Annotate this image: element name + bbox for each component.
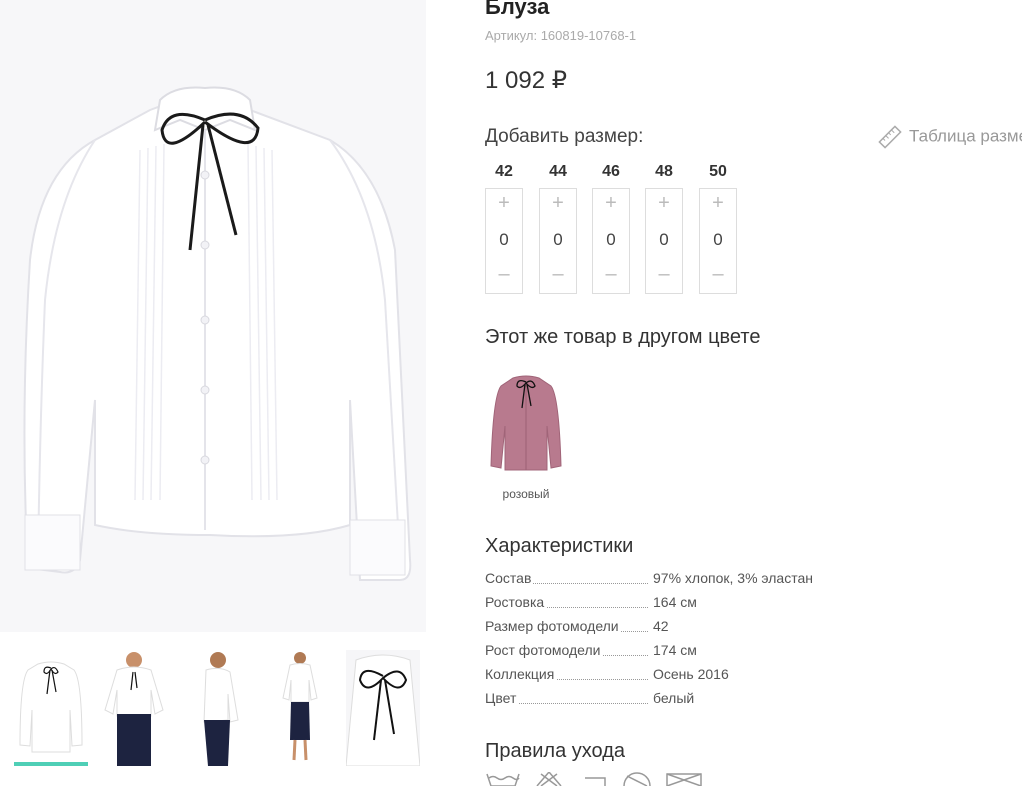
thumbnail-model-full[interactable] [263, 650, 337, 766]
plus-button[interactable]: + [593, 192, 629, 215]
thumbnail-model-side[interactable] [180, 650, 254, 766]
other-colors-title: Этот же товар в другом цвете [485, 326, 761, 348]
spec-value: 42 [653, 618, 669, 634]
quantity-stepper: + 0 – [539, 188, 577, 294]
spec-label: Состав [485, 570, 534, 586]
plus-button[interactable]: + [486, 192, 522, 215]
spec-row-model-size: Размер фотомодели 42 [485, 616, 905, 640]
thumbnail-blouse-collar[interactable] [346, 650, 420, 766]
pink-blouse-icon [490, 375, 562, 471]
size-label: 50 [709, 163, 727, 180]
sku-label: Артикул: [485, 28, 538, 43]
color-label: розовый [502, 487, 550, 501]
thumbnail-blouse-front[interactable] [14, 650, 88, 766]
quantity-stepper: + 0 – [592, 188, 630, 294]
spec-row-color: Цвет белый [485, 688, 905, 712]
spec-value: 164 см [653, 594, 697, 610]
size-table-label: Таблица разме [909, 126, 1022, 146]
blouse-collar-icon [346, 650, 420, 766]
iron-icon [585, 777, 606, 786]
minus-button[interactable]: – [540, 263, 576, 286]
quantity-stepper: + 0 – [699, 188, 737, 294]
quantity-stepper: + 0 – [485, 188, 523, 294]
size-label: 44 [549, 163, 567, 180]
spec-label: Размер фотомодели [485, 618, 621, 634]
minus-button[interactable]: – [700, 263, 736, 286]
thumbnail-strip [14, 650, 424, 770]
product-price: 1 092 ₽ [485, 67, 567, 94]
color-option-pink[interactable]: розовый [485, 370, 567, 505]
model-front-icon [104, 652, 164, 766]
quantity-value[interactable]: 0 [540, 230, 576, 250]
thumbnail-model-front[interactable] [97, 650, 171, 766]
size-label: 46 [602, 163, 620, 180]
spec-label: Коллекция [485, 666, 557, 682]
main-product-image[interactable] [0, 0, 426, 632]
product-title: Блуза [485, 0, 550, 19]
spec-value: Осень 2016 [653, 666, 729, 682]
spec-row-collection: Коллекция Осень 2016 [485, 664, 905, 688]
spec-row-composition: Состав 97% хлопок, 3% эластан [485, 568, 905, 592]
minus-button[interactable]: – [593, 263, 629, 286]
wash-icon [486, 773, 520, 786]
spec-value: 97% хлопок, 3% эластан [653, 570, 813, 586]
plus-button[interactable]: + [540, 192, 576, 215]
care-icons [485, 770, 715, 786]
minus-button[interactable]: – [646, 263, 682, 286]
product-gallery [0, 0, 440, 786]
no-bleach-icon [536, 770, 562, 786]
model-side-icon [203, 652, 239, 766]
blouse-image [23, 86, 412, 581]
no-tumble-dry-icon [666, 773, 702, 786]
quantity-stepper: + 0 – [645, 188, 683, 294]
specs-title: Характеристики [485, 535, 634, 557]
size-table-link[interactable]: Таблица разме [877, 124, 1022, 150]
spec-label: Рост фотомодели [485, 642, 603, 658]
spec-label: Ростовка [485, 594, 547, 610]
quantity-value[interactable]: 0 [700, 230, 736, 250]
add-size-title: Добавить размер: [485, 126, 644, 147]
quantity-value[interactable]: 0 [646, 230, 682, 250]
quantity-value[interactable]: 0 [593, 230, 629, 250]
product-info: Блуза Артикул: 160819-10768-1 1 092 ₽ До… [485, 0, 1022, 786]
blouse-front-icon [19, 661, 83, 753]
care-title: Правила ухода [485, 740, 626, 762]
model-full-icon [282, 652, 318, 761]
spec-row-model-height: Рост фотомодели 174 см [485, 640, 905, 664]
care-symbols [486, 770, 702, 786]
plus-button[interactable]: + [700, 192, 736, 215]
spec-label: Цвет [485, 690, 519, 706]
dry-clean-icon [623, 772, 651, 786]
sku-value: 160819-10768-1 [540, 28, 637, 43]
size-label: 42 [495, 163, 513, 180]
plus-button[interactable]: + [646, 192, 682, 215]
size-label: 48 [655, 163, 673, 180]
ruler-icon [878, 125, 902, 149]
specs-list: Состав 97% хлопок, 3% эластан Ростовка 1… [485, 568, 905, 712]
product-sku: Артикул: 160819-10768-1 [485, 28, 636, 43]
quantity-value[interactable]: 0 [486, 230, 522, 250]
spec-value: белый [653, 690, 695, 706]
spec-value: 174 см [653, 642, 697, 658]
minus-button[interactable]: – [486, 263, 522, 286]
spec-row-height-size: Ростовка 164 см [485, 592, 905, 616]
